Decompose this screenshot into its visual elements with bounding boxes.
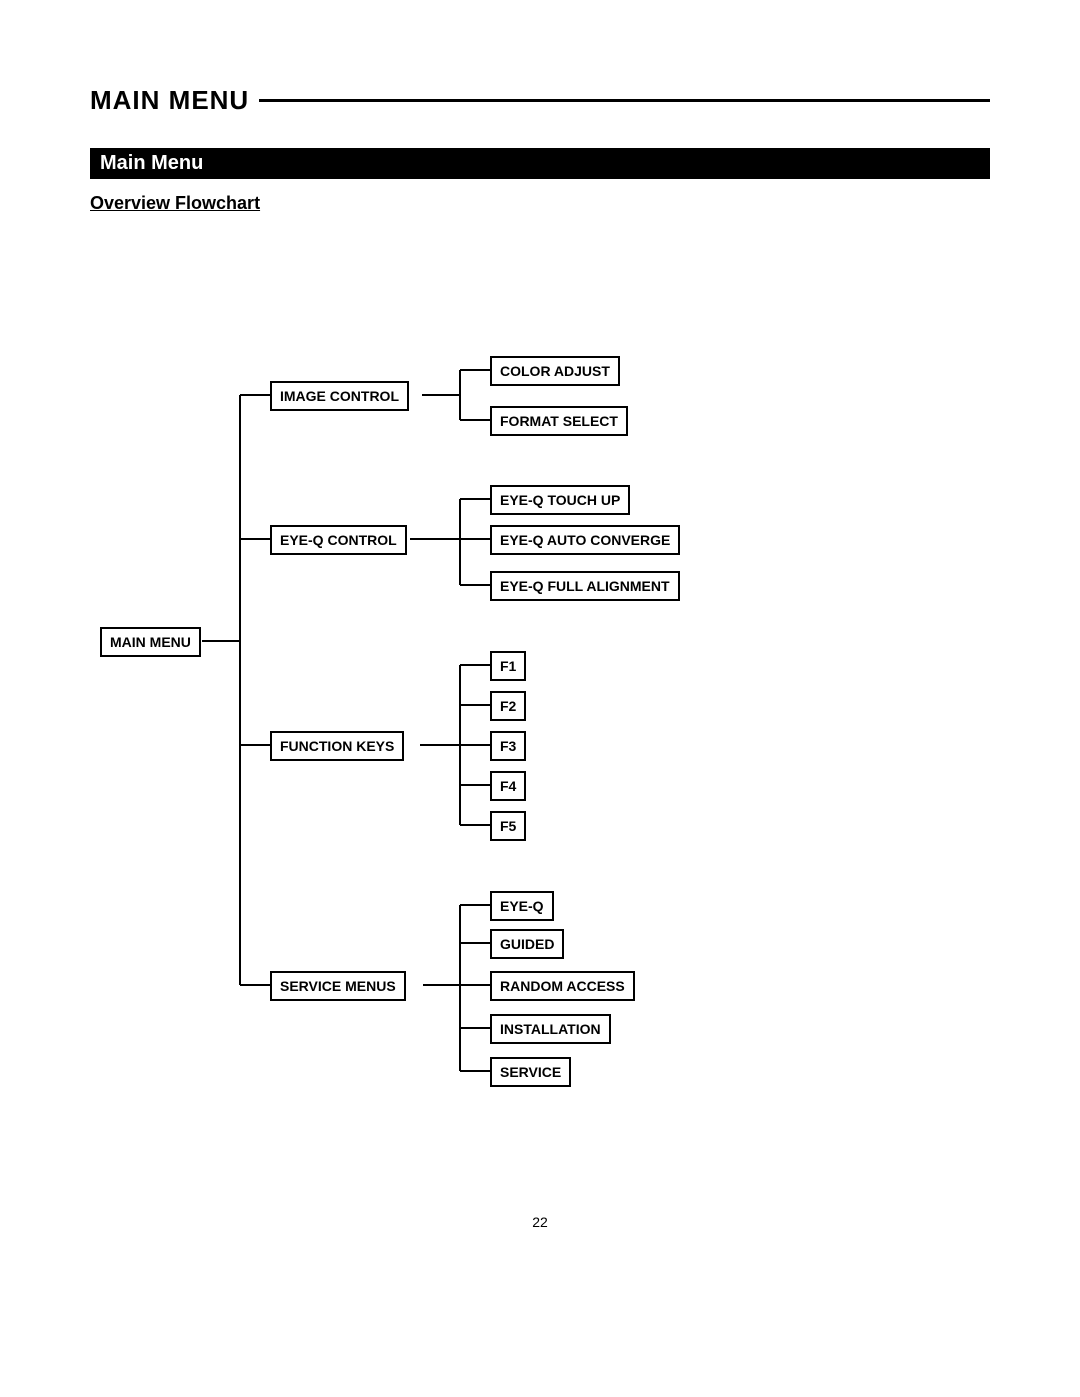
page-title: MAIN MENU [90, 85, 249, 116]
node-sm-install: INSTALLATION [490, 1014, 611, 1044]
node-image-control: IMAGE CONTROL [270, 381, 409, 411]
node-service-menus: SERVICE MENUS [270, 971, 406, 1001]
node-f3: F3 [490, 731, 526, 761]
flowchart: MAIN MENU IMAGE CONTROL COLOR ADJUST FOR… [90, 245, 990, 1145]
node-eyeq-autoconverge: EYE-Q AUTO CONVERGE [490, 525, 680, 555]
node-format-select: FORMAT SELECT [490, 406, 628, 436]
node-f2: F2 [490, 691, 526, 721]
section-bar: Main Menu [90, 148, 990, 179]
subhead: Overview Flowchart [90, 193, 990, 214]
node-sm-service: SERVICE [490, 1057, 571, 1087]
node-color-adjust: COLOR ADJUST [490, 356, 620, 386]
node-f1: F1 [490, 651, 526, 681]
node-f5: F5 [490, 811, 526, 841]
node-sm-eyeq: EYE-Q [490, 891, 554, 921]
page-title-row: MAIN MENU [90, 85, 990, 116]
node-eyeq-fullalign: EYE-Q FULL ALIGNMENT [490, 571, 680, 601]
node-sm-random: RANDOM ACCESS [490, 971, 635, 1001]
node-sm-guided: GUIDED [490, 929, 564, 959]
node-eyeq-control: EYE-Q CONTROL [270, 525, 407, 555]
page-number: 22 [90, 1214, 990, 1230]
node-f4: F4 [490, 771, 526, 801]
node-main-menu: MAIN MENU [100, 627, 201, 657]
node-function-keys: FUNCTION KEYS [270, 731, 404, 761]
node-eyeq-touchup: EYE-Q TOUCH UP [490, 485, 630, 515]
title-rule [259, 99, 990, 102]
